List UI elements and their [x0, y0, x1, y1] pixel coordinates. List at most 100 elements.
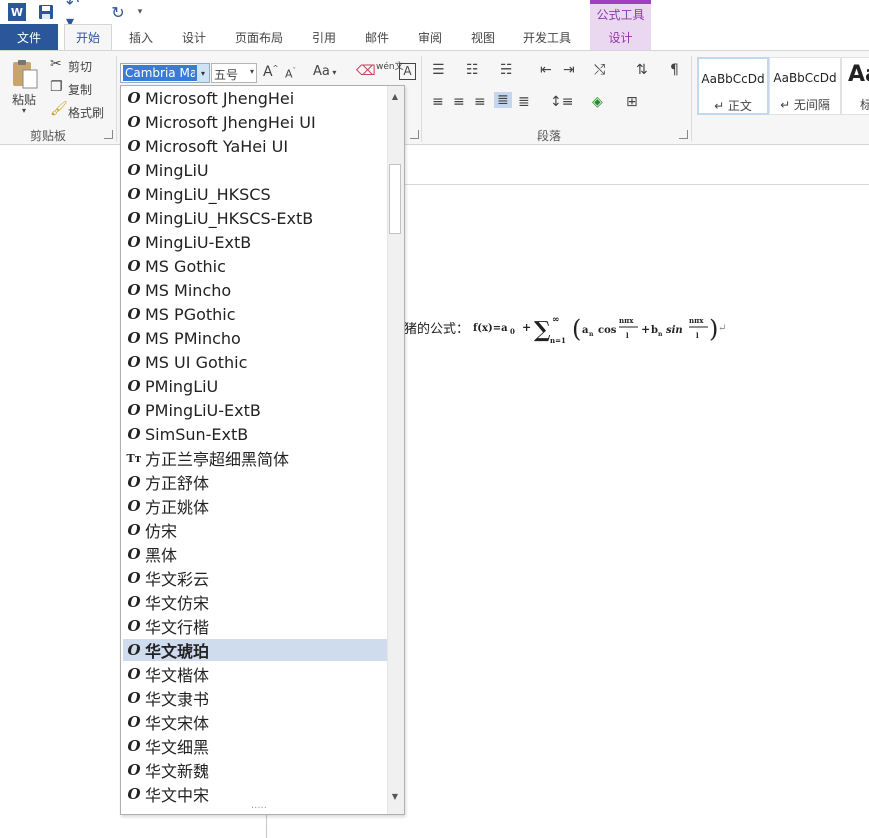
- font-list-item[interactable]: O MS Mincho: [123, 279, 387, 301]
- group-separator: [116, 56, 117, 142]
- font-list-item[interactable]: O 黑体: [123, 543, 387, 565]
- format-painter-button[interactable]: 格式刷: [68, 104, 104, 121]
- style-name: ↵ 无间隔: [780, 98, 830, 112]
- cut-icon[interactable]: ✂: [50, 56, 62, 72]
- font-name-dropdown-icon[interactable]: ▾: [197, 64, 209, 82]
- font-list-item[interactable]: O MingLiU_HKSCS: [123, 183, 387, 205]
- change-case-button[interactable]: Aa ▾: [313, 64, 336, 79]
- font-list-item[interactable]: O 华文宋体: [123, 711, 387, 733]
- paste-dropdown-icon[interactable]: ▾: [22, 106, 26, 115]
- bullets-icon[interactable]: ☰: [432, 62, 445, 78]
- font-list-item[interactable]: O 华文行楷: [123, 615, 387, 637]
- format-painter-icon[interactable]: 🖌: [50, 101, 68, 117]
- scrollbar-thumb[interactable]: [389, 164, 401, 234]
- align-left-icon[interactable]: ≡: [432, 94, 444, 110]
- borders-icon[interactable]: ⊞: [626, 94, 638, 110]
- tab-page-layout[interactable]: 页面布局: [226, 24, 292, 50]
- align-right-icon[interactable]: ≡: [474, 94, 486, 110]
- redo-icon[interactable]: ↻: [106, 3, 130, 22]
- font-list-item[interactable]: O SimSun-ExtB: [123, 423, 387, 445]
- tab-insert[interactable]: 插入: [118, 24, 164, 50]
- show-marks-icon[interactable]: ¶: [670, 62, 679, 78]
- font-list-item[interactable]: O 华文隶书: [123, 687, 387, 709]
- tab-review[interactable]: 审阅: [408, 24, 452, 50]
- font-list-item[interactable]: O Microsoft YaHei UI: [123, 135, 387, 157]
- save-icon[interactable]: [38, 3, 54, 21]
- font-list-item[interactable]: O MingLiU-ExtB: [123, 231, 387, 253]
- tab-mailings[interactable]: 邮件: [355, 24, 399, 50]
- font-list-item-name: 华文仿宋: [145, 594, 210, 613]
- font-list-item[interactable]: O MS Gothic: [123, 255, 387, 277]
- fourier-formula[interactable]: f(x)=a 0 + ∑ ∞ n=1 ( a n cos nπx l + b n…: [472, 310, 732, 346]
- resize-grip-icon[interactable]: .....: [251, 800, 275, 811]
- numbering-icon[interactable]: ☷: [466, 62, 479, 78]
- style-normal[interactable]: AaBbCcDd ↵ 正文: [697, 57, 769, 115]
- font-list-item[interactable]: O Microsoft JhengHei: [123, 87, 387, 109]
- opentype-font-icon: O: [127, 737, 141, 755]
- copy-button[interactable]: 复制: [68, 81, 92, 98]
- font-launcher-icon[interactable]: [410, 130, 419, 139]
- tab-developer[interactable]: 开发工具: [514, 24, 580, 50]
- font-name-input[interactable]: [123, 65, 197, 81]
- font-list-item[interactable]: O 华文楷体: [123, 663, 387, 685]
- document-text[interactable]: 猪的公式：: [404, 318, 469, 337]
- chinese-layout-icon[interactable]: ⤭: [594, 62, 605, 78]
- font-list-item[interactable]: O 华文细黑: [123, 735, 387, 757]
- font-list-item[interactable]: O 华文彩云: [123, 567, 387, 589]
- scroll-down-icon[interactable]: ▼: [387, 788, 403, 804]
- distributed-icon[interactable]: ≣: [518, 94, 530, 110]
- font-size-dropdown-icon[interactable]: ▾: [250, 67, 254, 76]
- font-dropdown-list[interactable]: O Microsoft JhengHei O Microsoft JhengHei U…: [120, 85, 405, 815]
- font-name-combobox[interactable]: ▾: [120, 63, 210, 83]
- phonetic-guide-icon[interactable]: wén文: [376, 62, 404, 72]
- customize-qat-icon[interactable]: ▾: [134, 3, 146, 21]
- align-center-icon[interactable]: ≡: [453, 94, 465, 110]
- clipboard-launcher-icon[interactable]: [104, 130, 113, 139]
- font-list-item[interactable]: O PMingLiU: [123, 375, 387, 397]
- tab-design[interactable]: 设计: [172, 24, 216, 50]
- increase-indent-icon[interactable]: ⇥: [563, 62, 575, 78]
- font-list-item[interactable]: O 华文琥珀: [123, 639, 387, 661]
- style-heading[interactable]: Aa 标: [841, 57, 869, 115]
- clear-formatting-icon[interactable]: ⌫: [356, 63, 376, 79]
- font-list-item[interactable]: O MS PMincho: [123, 327, 387, 349]
- tab-references[interactable]: 引用: [302, 24, 346, 50]
- line-spacing-icon[interactable]: ↕≡: [550, 94, 573, 110]
- opentype-font-icon: O: [127, 137, 141, 155]
- sort-icon[interactable]: ⇅: [636, 62, 648, 78]
- copy-icon[interactable]: ❐: [50, 79, 63, 95]
- multilevel-list-icon[interactable]: ☵: [500, 62, 513, 78]
- font-list-item[interactable]: O 方正姚体: [123, 495, 387, 517]
- tab-file[interactable]: 文件: [0, 24, 58, 50]
- font-list-item[interactable]: O Microsoft JhengHei UI: [123, 111, 387, 133]
- grow-font-button[interactable]: A^: [263, 64, 278, 80]
- tab-home[interactable]: 开始: [64, 24, 112, 50]
- font-list-item[interactable]: O 方正舒体: [123, 471, 387, 493]
- font-list-item[interactable]: O MS UI Gothic: [123, 351, 387, 373]
- font-list-item[interactable]: O 华文仿宋: [123, 591, 387, 613]
- font-list-item[interactable]: O MS PGothic: [123, 303, 387, 325]
- character-border-icon[interactable]: A: [399, 63, 416, 80]
- word-app-icon[interactable]: W: [8, 3, 26, 21]
- font-list-item[interactable]: O MingLiU: [123, 159, 387, 181]
- formula-sum: ∑: [534, 317, 551, 343]
- font-size-combobox[interactable]: 五号 ▾: [211, 63, 257, 83]
- shrink-font-button[interactable]: Aˇ: [285, 67, 296, 81]
- cut-button[interactable]: 剪切: [68, 58, 92, 75]
- tab-equation-design[interactable]: 设计: [590, 24, 651, 50]
- undo-icon[interactable]: ↶ ▾: [66, 0, 90, 31]
- font-list-item[interactable]: O 华文新魏: [123, 759, 387, 781]
- paragraph-launcher-icon[interactable]: [679, 130, 688, 139]
- tab-view[interactable]: 视图: [461, 24, 505, 50]
- justify-icon[interactable]: ≣: [494, 92, 512, 108]
- paste-icon[interactable]: [10, 58, 40, 90]
- decrease-indent-icon[interactable]: ⇤: [540, 62, 552, 78]
- font-list-item[interactable]: Tт 方正兰亭超细黑简体: [123, 447, 387, 469]
- scroll-up-icon[interactable]: ▲: [387, 88, 403, 104]
- font-list-item-name: MS Mincho: [145, 280, 232, 300]
- font-list-item[interactable]: O MingLiU_HKSCS-ExtB: [123, 207, 387, 229]
- font-list-item[interactable]: O 仿宋: [123, 519, 387, 541]
- font-list-item[interactable]: O PMingLiU-ExtB: [123, 399, 387, 421]
- shading-icon[interactable]: ◈: [592, 94, 603, 110]
- style-no-spacing[interactable]: AaBbCcDd ↵ 无间隔: [769, 57, 841, 115]
